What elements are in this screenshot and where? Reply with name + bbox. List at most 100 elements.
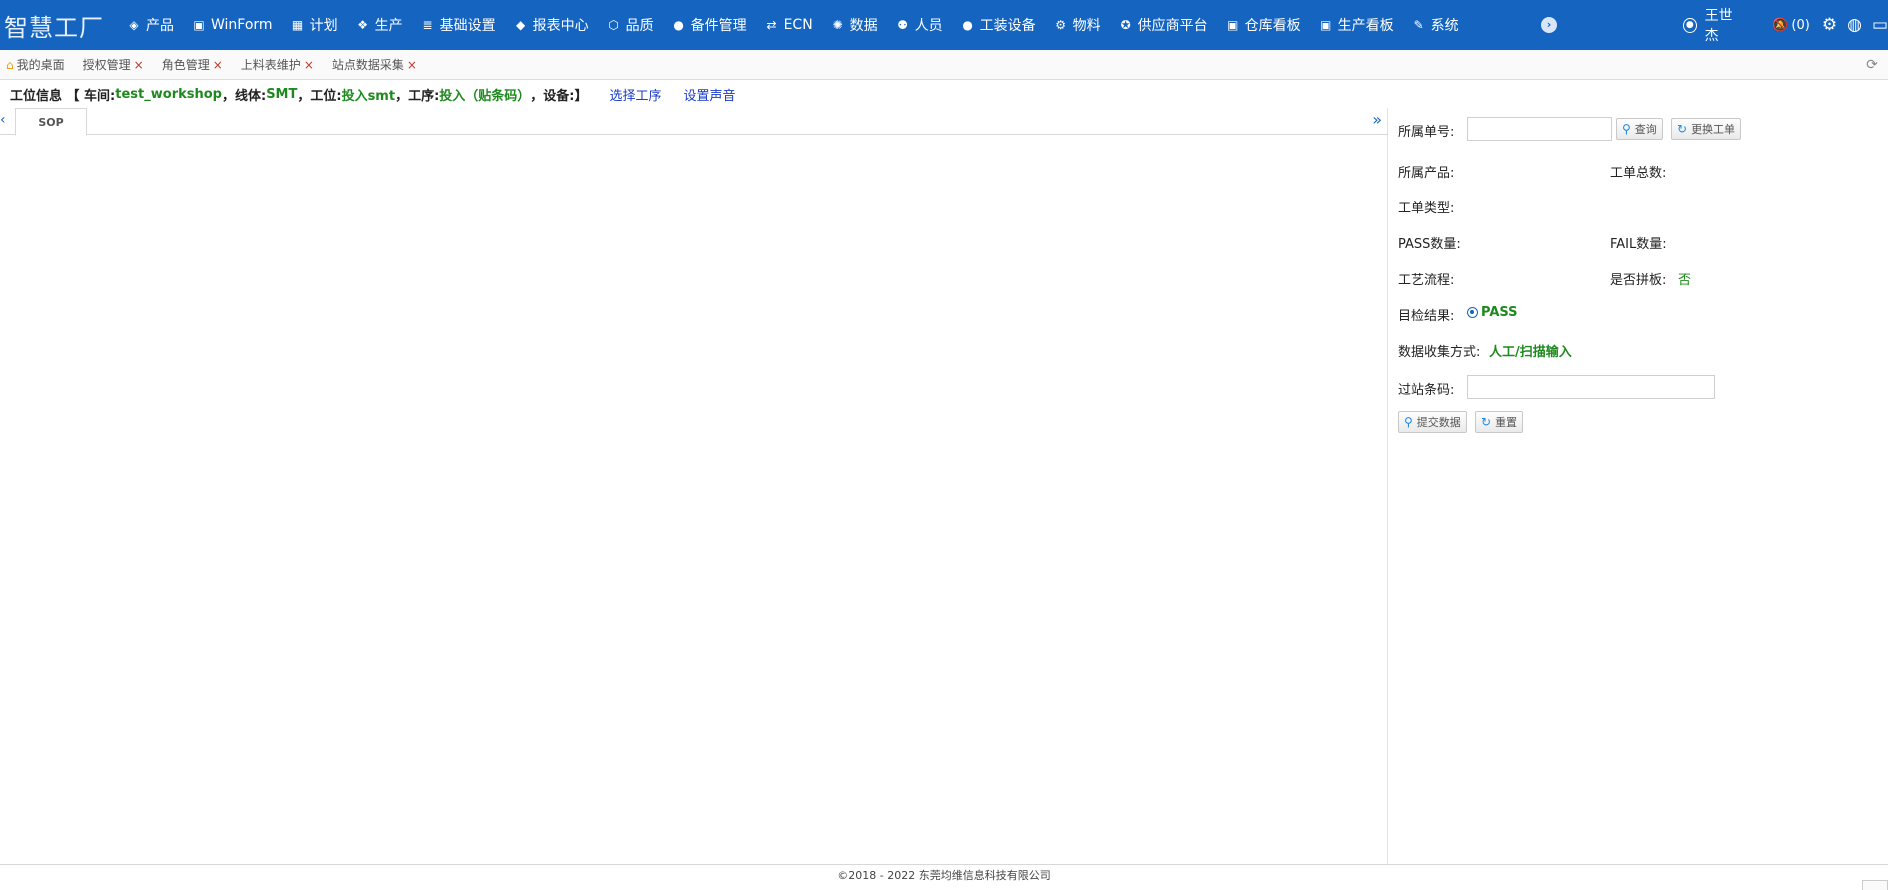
nav-item-label: 生产看板 [1337,18,1394,34]
nav-item-3[interactable]: ❖ 生产 [347,0,412,50]
reset-button-label: 重置 [1495,416,1518,429]
nav-item-label: 计划 [309,18,338,34]
nav-item-13[interactable]: ✪ 供应商平台 [1110,0,1217,50]
search-icon: ⚲ [1404,415,1413,429]
nav-item-0[interactable]: ◈ 产品 [118,0,183,50]
notification-count: (0) [1791,17,1810,33]
notification-button[interactable]: 🔕 (0) [1772,18,1810,33]
screen-icon[interactable]: ▭ [1872,15,1888,35]
visual-result-label: 目检结果: [1398,309,1455,324]
page-tab-1[interactable]: 授权管理 × [77,56,156,73]
page-tab-0[interactable]: ⌂ 我的桌面 [0,56,77,73]
visual-result-radio-pass[interactable] [1467,307,1478,318]
nav-item-label: 工装设备 [979,18,1036,34]
info-process-label: ，工序: [395,88,440,104]
calendar-icon: ▦ [291,18,304,32]
collect-mode-label: 数据收集方式: [1398,345,1481,360]
nav-item-label: 系统 [1430,18,1459,34]
visual-result-value: PASS [1481,305,1518,320]
nav-item-16[interactable]: ✎ 系统 [1403,0,1468,50]
collapse-left-icon[interactable]: ‹ [0,112,6,128]
page-tab-3[interactable]: 上料表维护 × [235,56,326,73]
set-sound-link[interactable]: 设置声音 [684,85,736,104]
main-nav: ◈ 产品 ▣ WinForm ▦ 计划 ❖ 生产 ≣ 基础设置 ◆ 报表中心 ⬡ 品质 ● 备件管理 ⇄ ECN ✺… [118,0,1468,50]
nav-item-1[interactable]: ▣ WinForm [183,0,282,50]
brand-logo-text: 智慧工厂 [4,13,104,42]
nav-item-label: 备件管理 [690,18,747,34]
top-navbar: 智慧工厂 ◈ 产品 ▣ WinForm ▦ 计划 ❖ 生产 ≣ 基础设置 ◆ 报表中心 ⬡ 品质 ● 备件管理… [0,0,1888,50]
nav-item-14[interactable]: ▣ 仓库看板 [1217,0,1310,50]
tab-sop[interactable]: SOP [15,108,87,136]
nav-item-label: WinForm [211,17,273,33]
page-tab-2[interactable]: 角色管理 × [156,56,235,73]
nav-item-2[interactable]: ▦ 计划 [282,0,347,50]
info-station-label: ，工位: [297,88,342,104]
expand-right-icon[interactable]: » [1372,110,1382,129]
footer: ©2018 - 2022 东莞均维信息科技有限公司 [0,864,1888,890]
nav-item-15[interactable]: ▣ 生产看板 [1310,0,1403,50]
layers-icon: ◆ [515,18,526,32]
nav-item-label: 品质 [625,18,654,34]
cube-icon: ◈ [129,18,139,32]
exchange-icon: ⇄ [766,18,777,32]
sop-panel: ‹ SOP » [0,108,1388,864]
info-prefix: 工位信息 【 车间: [10,88,116,104]
process-flow-label: 工艺流程: [1398,273,1455,288]
gear-icon[interactable]: ⚙ [1822,15,1837,35]
submit-data-button[interactable]: ⚲ 提交数据 [1398,411,1467,433]
order-type-label: 工单类型: [1398,201,1455,216]
nav-item-10[interactable]: ⚉ 人员 [887,0,952,50]
page-tab-4[interactable]: 站点数据采集 × [326,56,429,73]
board-icon: ▣ [1227,18,1239,32]
nav-item-5[interactable]: ◆ 报表中心 [505,0,598,50]
close-icon[interactable]: × [134,58,144,72]
dots-ring-icon: ✺ [832,18,843,32]
barcode-input[interactable] [1467,375,1715,399]
nav-item-label: 生产 [374,18,403,34]
page-tabs-bar: ⌂ 我的桌面 授权管理 × 角色管理 × 上料表维护 × 站点数据采集 × ⟳ [0,50,1888,80]
nav-item-6[interactable]: ⬡ 品质 [598,0,663,50]
user-name: 王世杰 [1704,8,1733,44]
award-icon: ✪ [1120,18,1131,32]
reset-button[interactable]: ↻ 重置 [1475,411,1524,433]
refresh-icon: ↻ [1481,415,1492,429]
info-process: 投入（贴条码） [439,88,531,104]
boxes-icon: ⚙ [1055,18,1067,32]
refresh-icon[interactable]: ⟳ [1864,57,1880,73]
bell-icon: 🔕 [1772,17,1789,33]
nav-item-12[interactable]: ⚙ 物料 [1045,0,1110,50]
shield-icon: ⬡ [608,18,619,32]
product-label: 所属产品: [1398,166,1455,181]
nav-more-arrow-icon[interactable]: › [1541,17,1557,33]
nav-item-label: 产品 [146,18,174,34]
change-order-button[interactable]: ↻ 更换工单 [1671,118,1742,140]
order-total-label: 工单总数: [1610,166,1667,181]
nav-item-7[interactable]: ● 备件管理 [663,0,756,50]
nav-item-11[interactable]: ● 工装设备 [952,0,1045,50]
data-collection-form: 所属单号: ⚲ 查询 ↻ 更换工单 所属产品: 工单总数: 工单类型: PASS… [1389,108,1888,864]
page-tab-label: 上料表维护 [240,58,301,72]
cubes-icon: ❖ [357,18,368,32]
close-icon[interactable]: × [213,58,223,72]
user-avatar-icon: ● [1683,17,1697,33]
select-process-link[interactable]: 选择工序 [610,85,662,104]
query-button[interactable]: ⚲ 查询 [1616,118,1663,140]
pass-qty-label: PASS数量: [1398,237,1461,252]
info-workshop: test_workshop [115,86,222,102]
collect-mode-value: 人工/扫描输入 [1489,345,1572,360]
user-menu[interactable]: ● 王世杰 [1683,5,1742,45]
close-icon[interactable]: × [407,58,417,72]
corner-widget [1862,880,1888,890]
page-tab-label: 授权管理 [82,58,131,72]
page-tab-label: 角色管理 [161,58,210,72]
nav-item-4[interactable]: ≣ 基础设置 [412,0,505,50]
close-icon[interactable]: × [304,58,314,72]
globe-icon[interactable]: ◍ [1847,15,1862,35]
order-no-input[interactable] [1467,117,1612,141]
page-tab-label: 我的桌面 [16,58,65,72]
nav-item-8[interactable]: ⇄ ECN [756,0,822,50]
database-icon: ≣ [422,18,433,32]
nav-item-9[interactable]: ✺ 数据 [822,0,887,50]
window-icon: ▣ [193,18,205,32]
wrench-circle-icon: ● [673,18,684,32]
